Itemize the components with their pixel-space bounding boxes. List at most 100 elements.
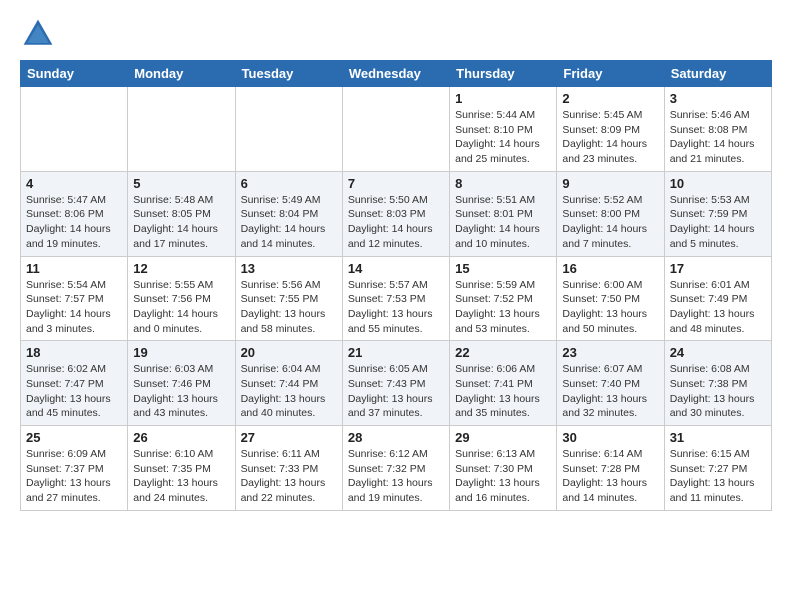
calendar-day-cell: 22Sunrise: 6:06 AM Sunset: 7:41 PM Dayli… (450, 341, 557, 426)
day-info: Sunrise: 6:12 AM Sunset: 7:32 PM Dayligh… (348, 447, 444, 506)
calendar-day-cell (21, 87, 128, 172)
logo (20, 16, 62, 52)
calendar-day-cell (342, 87, 449, 172)
day-number: 13 (241, 261, 337, 276)
calendar-day-cell: 20 Sunrise: 6:04 AM Sunset: 7:44 PM Dayli… (235, 341, 342, 426)
day-info: Sunrise: 5:57 AM Sunset: 7:53 PM Dayligh… (348, 278, 444, 337)
day-info: Sunrise: 5:55 AM Sunset: 7:56 PM Dayligh… (133, 278, 229, 337)
calendar-day-cell: 25Sunrise: 6:09 AM Sunset: 7:37 PM Dayli… (21, 426, 128, 511)
weekday-header: Wednesday (342, 61, 449, 87)
weekday-header: Thursday (450, 61, 557, 87)
day-info: Sunrise: 5:44 AM Sunset: 8:10 PM Dayligh… (455, 108, 551, 167)
day-info: Sunrise: 5:46 AM Sunset: 8:08 PM Dayligh… (670, 108, 766, 167)
calendar-day-cell: 8 Sunrise: 5:51 AM Sunset: 8:01 PM Daylig… (450, 171, 557, 256)
calendar-day-cell: 13Sunrise: 5:56 AM Sunset: 7:55 PM Dayli… (235, 256, 342, 341)
day-info: Sunrise: 6:02 AM Sunset: 7:47 PM Dayligh… (26, 362, 122, 421)
day-number: 15 (455, 261, 551, 276)
day-number: 14 (348, 261, 444, 276)
calendar-day-cell: 2 Sunrise: 5:45 AM Sunset: 8:09 PM Daylig… (557, 87, 664, 172)
day-info: Sunrise: 6:15 AM Sunset: 7:27 PM Dayligh… (670, 447, 766, 506)
day-info: Sunrise: 5:45 AM Sunset: 8:09 PM Dayligh… (562, 108, 658, 167)
calendar-day-cell: 29Sunrise: 6:13 AM Sunset: 7:30 PM Dayli… (450, 426, 557, 511)
day-number: 7 (348, 176, 444, 191)
day-number: 11 (26, 261, 122, 276)
day-number: 18 (26, 345, 122, 360)
day-info: Sunrise: 6:00 AM Sunset: 7:50 PM Dayligh… (562, 278, 658, 337)
day-number: 23 (562, 345, 658, 360)
weekday-header: Monday (128, 61, 235, 87)
calendar-week-row: 4Sunrise: 5:47 AM Sunset: 8:06 PM Daylig… (21, 171, 772, 256)
calendar-header-row: SundayMondayTuesdayWednesdayThursdayFrid… (21, 61, 772, 87)
day-number: 26 (133, 430, 229, 445)
day-info: Sunrise: 6:09 AM Sunset: 7:37 PM Dayligh… (26, 447, 122, 506)
calendar-day-cell: 7Sunrise: 5:50 AM Sunset: 8:03 PM Daylig… (342, 171, 449, 256)
day-info: Sunrise: 5:51 AM Sunset: 8:01 PM Dayligh… (455, 193, 551, 252)
page-header (20, 16, 772, 52)
day-number: 20 (241, 345, 337, 360)
calendar-day-cell: 12 Sunrise: 5:55 AM Sunset: 7:56 PM Dayli… (128, 256, 235, 341)
calendar-day-cell: 11 Sunrise: 5:54 AM Sunset: 7:57 PM Dayli… (21, 256, 128, 341)
calendar-week-row: 25Sunrise: 6:09 AM Sunset: 7:37 PM Dayli… (21, 426, 772, 511)
calendar-week-row: 18 Sunrise: 6:02 AM Sunset: 7:47 PM Dayli… (21, 341, 772, 426)
day-number: 1 (455, 91, 551, 106)
day-number: 22 (455, 345, 551, 360)
calendar-day-cell: 3 Sunrise: 5:46 AM Sunset: 8:08 PM Daylig… (664, 87, 771, 172)
calendar-day-cell: 31Sunrise: 6:15 AM Sunset: 7:27 PM Dayli… (664, 426, 771, 511)
weekday-header: Tuesday (235, 61, 342, 87)
calendar-day-cell: 16 Sunrise: 6:00 AM Sunset: 7:50 PM Dayli… (557, 256, 664, 341)
day-number: 2 (562, 91, 658, 106)
day-number: 28 (348, 430, 444, 445)
calendar-day-cell: 5 Sunrise: 5:48 AM Sunset: 8:05 PM Daylig… (128, 171, 235, 256)
day-number: 3 (670, 91, 766, 106)
weekday-header: Sunday (21, 61, 128, 87)
calendar-day-cell (128, 87, 235, 172)
calendar-day-cell: 19 Sunrise: 6:03 AM Sunset: 7:46 PM Dayli… (128, 341, 235, 426)
day-number: 17 (670, 261, 766, 276)
day-info: Sunrise: 6:10 AM Sunset: 7:35 PM Dayligh… (133, 447, 229, 506)
calendar-week-row: 1 Sunrise: 5:44 AM Sunset: 8:10 PM Daylig… (21, 87, 772, 172)
calendar-week-row: 11 Sunrise: 5:54 AM Sunset: 7:57 PM Dayli… (21, 256, 772, 341)
weekday-header: Friday (557, 61, 664, 87)
calendar-day-cell: 27Sunrise: 6:11 AM Sunset: 7:33 PM Dayli… (235, 426, 342, 511)
calendar-day-cell: 14 Sunrise: 5:57 AM Sunset: 7:53 PM Dayli… (342, 256, 449, 341)
weekday-header: Saturday (664, 61, 771, 87)
calendar-day-cell: 23Sunrise: 6:07 AM Sunset: 7:40 PM Dayli… (557, 341, 664, 426)
calendar-day-cell: 10 Sunrise: 5:53 AM Sunset: 7:59 PM Dayli… (664, 171, 771, 256)
day-info: Sunrise: 5:59 AM Sunset: 7:52 PM Dayligh… (455, 278, 551, 337)
day-info: Sunrise: 5:53 AM Sunset: 7:59 PM Dayligh… (670, 193, 766, 252)
day-info: Sunrise: 6:01 AM Sunset: 7:49 PM Dayligh… (670, 278, 766, 337)
day-info: Sunrise: 5:54 AM Sunset: 7:57 PM Dayligh… (26, 278, 122, 337)
day-number: 9 (562, 176, 658, 191)
calendar-day-cell: 21 Sunrise: 6:05 AM Sunset: 7:43 PM Dayli… (342, 341, 449, 426)
day-number: 29 (455, 430, 551, 445)
day-number: 5 (133, 176, 229, 191)
calendar-day-cell: 1 Sunrise: 5:44 AM Sunset: 8:10 PM Daylig… (450, 87, 557, 172)
day-info: Sunrise: 5:49 AM Sunset: 8:04 PM Dayligh… (241, 193, 337, 252)
day-info: Sunrise: 6:03 AM Sunset: 7:46 PM Dayligh… (133, 362, 229, 421)
day-number: 16 (562, 261, 658, 276)
page-container: SundayMondayTuesdayWednesdayThursdayFrid… (0, 0, 792, 523)
day-number: 21 (348, 345, 444, 360)
calendar-day-cell: 24 Sunrise: 6:08 AM Sunset: 7:38 PM Dayli… (664, 341, 771, 426)
day-number: 6 (241, 176, 337, 191)
day-info: Sunrise: 6:04 AM Sunset: 7:44 PM Dayligh… (241, 362, 337, 421)
day-number: 24 (670, 345, 766, 360)
day-number: 19 (133, 345, 229, 360)
calendar-day-cell: 9Sunrise: 5:52 AM Sunset: 8:00 PM Daylig… (557, 171, 664, 256)
day-info: Sunrise: 6:08 AM Sunset: 7:38 PM Dayligh… (670, 362, 766, 421)
day-info: Sunrise: 5:47 AM Sunset: 8:06 PM Dayligh… (26, 193, 122, 252)
calendar-day-cell (235, 87, 342, 172)
calendar-day-cell: 6 Sunrise: 5:49 AM Sunset: 8:04 PM Daylig… (235, 171, 342, 256)
calendar-table: SundayMondayTuesdayWednesdayThursdayFrid… (20, 60, 772, 511)
day-info: Sunrise: 6:14 AM Sunset: 7:28 PM Dayligh… (562, 447, 658, 506)
day-number: 8 (455, 176, 551, 191)
day-number: 30 (562, 430, 658, 445)
calendar-day-cell: 17 Sunrise: 6:01 AM Sunset: 7:49 PM Dayli… (664, 256, 771, 341)
day-info: Sunrise: 6:05 AM Sunset: 7:43 PM Dayligh… (348, 362, 444, 421)
day-info: Sunrise: 5:48 AM Sunset: 8:05 PM Dayligh… (133, 193, 229, 252)
logo-icon (20, 16, 56, 52)
calendar-day-cell: 4Sunrise: 5:47 AM Sunset: 8:06 PM Daylig… (21, 171, 128, 256)
calendar-day-cell: 18 Sunrise: 6:02 AM Sunset: 7:47 PM Dayli… (21, 341, 128, 426)
day-number: 10 (670, 176, 766, 191)
day-number: 12 (133, 261, 229, 276)
